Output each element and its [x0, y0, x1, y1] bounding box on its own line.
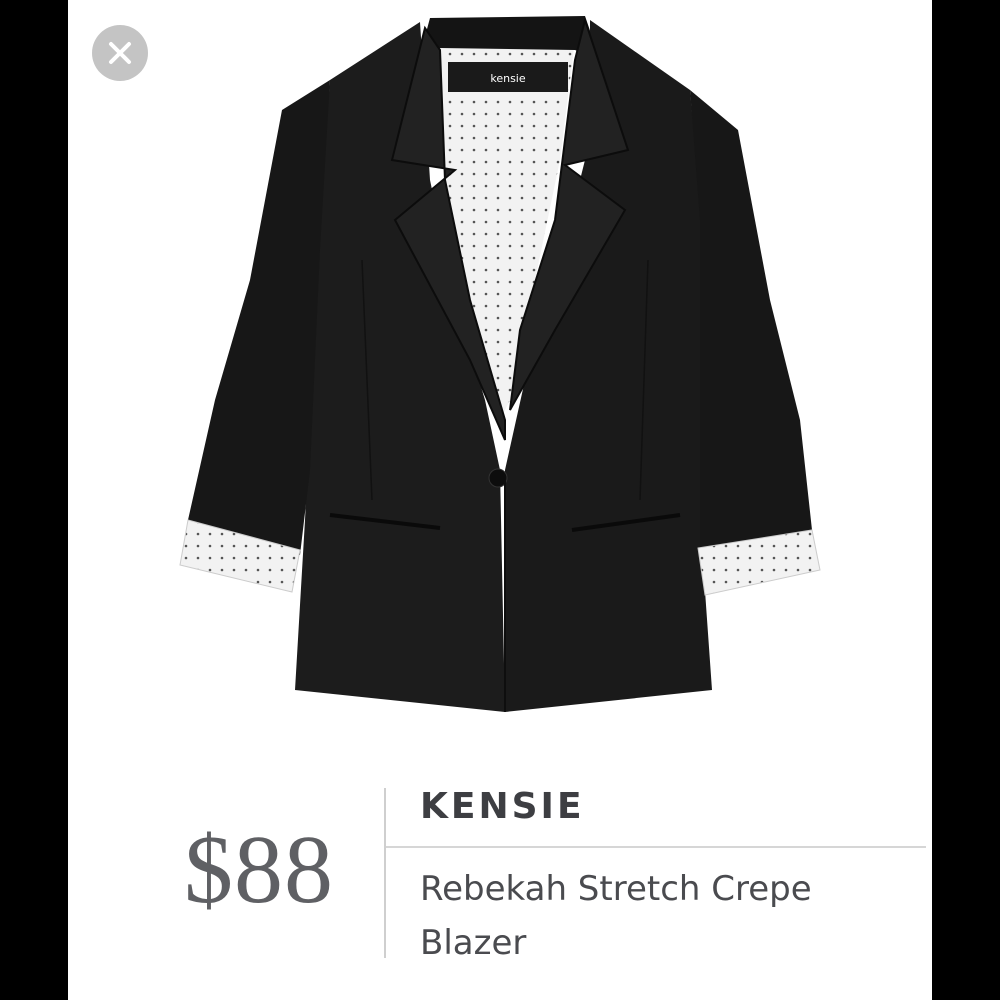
close-icon — [109, 42, 131, 64]
product-name: Rebekah Stretch Crepe Blazer — [420, 869, 812, 963]
product-price: $88 — [184, 816, 334, 924]
close-button[interactable] — [92, 25, 148, 81]
product-card: kensie $88 KENSIE Rebekah Stretch Crepe … — [68, 0, 932, 1000]
blazer-right-sleeve — [690, 90, 812, 548]
vertical-divider — [384, 788, 386, 958]
horizontal-divider — [386, 846, 926, 848]
brand-name: KENSIE — [420, 786, 585, 827]
clothing-label-text: kensie — [490, 72, 526, 85]
product-image: kensie — [179, 16, 821, 712]
